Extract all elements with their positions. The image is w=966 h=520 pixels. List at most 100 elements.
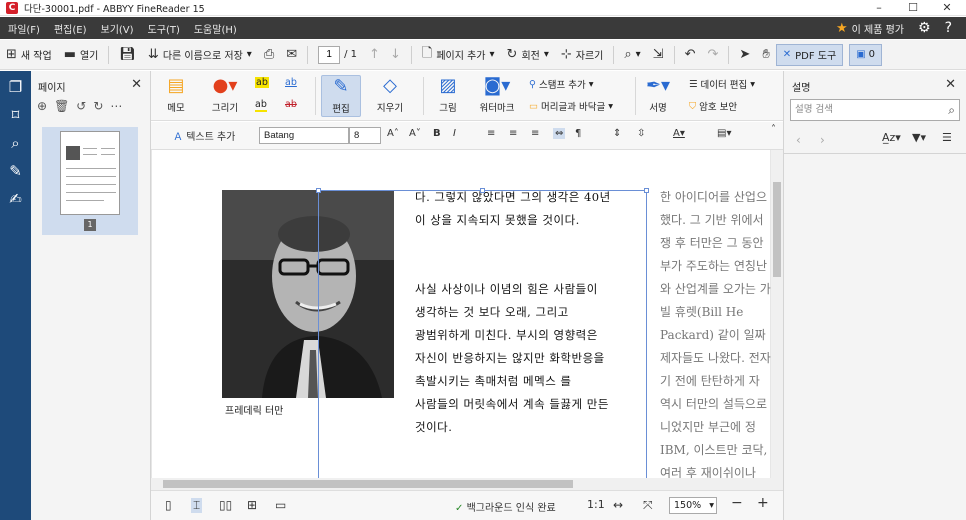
single-page-icon[interactable]: ▯ [165, 498, 172, 512]
zoom-out-icon[interactable]: − [731, 495, 743, 511]
decrease-font-icon[interactable]: A˅ [409, 128, 421, 139]
page-number-input[interactable] [318, 45, 341, 64]
attachment-icon[interactable]: ✎ [0, 157, 31, 185]
rotate-right-icon[interactable]: ↻ [93, 99, 103, 113]
redo-button[interactable]: ↷ [702, 40, 725, 70]
horizontal-scrollbar[interactable] [151, 478, 783, 490]
align-center-icon[interactable]: ≡ [509, 128, 517, 139]
highlight-button[interactable]: ab [255, 77, 269, 88]
help-icon[interactable]: ? [945, 20, 952, 36]
maximize-icon[interactable]: ☐ [898, 0, 928, 16]
export-button[interactable]: ⇲ [647, 40, 670, 70]
draw-button[interactable]: ●▾ 그리기 [205, 75, 245, 114]
signature-icon[interactable]: ✍ [0, 185, 31, 213]
font-size-select[interactable] [349, 127, 381, 144]
zoom-in-icon[interactable]: + [757, 495, 769, 511]
undo-button[interactable]: ↶ [679, 40, 702, 70]
align-right-icon[interactable]: ≡ [531, 128, 539, 139]
search-icon[interactable]: ⌕ [948, 100, 955, 120]
add-page-icon[interactable]: ⊕ [37, 99, 47, 113]
new-task-button[interactable]: ⊞ 새 작업 [0, 40, 58, 70]
search-icon[interactable]: ⌕ [0, 129, 31, 157]
bookmark-icon[interactable]: ⌑ [0, 101, 31, 129]
minimize-icon[interactable]: – [864, 0, 894, 16]
menu-tools[interactable]: 도구(T) [140, 21, 186, 36]
edit-button[interactable]: ✎ 편집 [321, 75, 361, 117]
sort-icon[interactable]: A̲z▾ [882, 131, 901, 144]
align-left-icon[interactable]: ≡ [487, 128, 495, 139]
document-view[interactable]: 프레데릭 터만 다. 그렇지 않았다면 그의 생각은 40년 이 상을 지속되지… [151, 150, 783, 490]
menu-file[interactable]: 파일(F) [0, 21, 46, 36]
gear-icon[interactable]: ⚙ [918, 20, 931, 36]
text-column-right[interactable]: 한 아이디어를 산업으 했다. 그 기반 위에서 쟁 후 터만은 그 동안 부가… [660, 186, 775, 485]
save-button[interactable]: 💾︎ [113, 40, 142, 70]
strikethrough-button[interactable]: ab [285, 99, 297, 110]
close-icon[interactable]: ✕ [932, 0, 962, 16]
page-thumbnail[interactable]: 1 [42, 127, 138, 235]
horizontal-scroll-thumb[interactable] [163, 480, 573, 488]
crop-button[interactable]: ⊹ 자르기 [555, 40, 610, 70]
menu-edit[interactable]: 편집(E) [46, 21, 93, 36]
paragraph-spacing-icon[interactable]: ⇳ [637, 128, 645, 139]
header-footer-button[interactable]: ▭ 머리글과 바닥글 ▾ [529, 99, 613, 114]
filter-icon[interactable]: ▼▾ [912, 131, 926, 144]
memo-button[interactable]: ▤ 메모 [161, 75, 191, 114]
trash-icon[interactable]: 🗑︎ [54, 99, 69, 113]
arrow-up-icon[interactable]: ↑ [369, 47, 380, 62]
comments-button[interactable]: ▣ 0 [849, 43, 883, 66]
text-block-selection[interactable] [316, 188, 649, 490]
close-icon[interactable]: ✕ [945, 77, 956, 92]
underline-yellow-button[interactable]: ab [255, 99, 267, 112]
add-page-button[interactable]: 🗋︎ 페이지 추가 ▾ [416, 40, 501, 70]
rate-product-button[interactable]: ★ 이 제품 평가 [836, 21, 904, 36]
menu-view[interactable]: 보기(V) [93, 21, 140, 36]
increase-font-icon[interactable]: A˄ [387, 128, 399, 139]
text-options-icon[interactable]: ▤▾ [717, 128, 731, 139]
italic-icon[interactable]: I [453, 128, 456, 139]
paragraph-icon[interactable]: ¶ [575, 128, 581, 139]
close-icon[interactable]: ✕ [131, 77, 142, 92]
collapse-all-icon[interactable]: ☰ [942, 131, 952, 144]
hand-tool-button[interactable]: ✋︎ [756, 40, 775, 70]
actual-size-button[interactable]: 1:1 [587, 498, 605, 511]
save-as-button[interactable]: ⇊ 다른 이름으로 저장 ▾ [142, 40, 258, 70]
zoom-select[interactable]: 150% ▾ [669, 497, 717, 514]
line-spacing-icon[interactable]: ⇕ [613, 128, 621, 139]
fit-width-icon[interactable]: ↔ [613, 498, 623, 512]
font-color-icon[interactable]: A▾ [673, 128, 685, 139]
select-tool-button[interactable]: ➤ [733, 40, 756, 70]
arrow-down-icon[interactable]: ↓ [390, 47, 401, 62]
zoom-page-button[interactable]: ⌕ ▾ [618, 40, 646, 70]
stamp-add-button[interactable]: ⚲ 스탬프 추가 ▾ [529, 77, 593, 92]
image-button[interactable]: ▨ 그림 [433, 75, 463, 114]
pages-icon[interactable]: ❐ [0, 73, 31, 101]
signature-button[interactable]: ✒▾ 서명 [643, 75, 673, 114]
open-button[interactable]: ▬ 열기 [58, 40, 105, 70]
more-icon[interactable]: ⋯ [110, 99, 122, 113]
erase-button[interactable]: ◇ 지우기 [373, 75, 407, 114]
resize-handle[interactable] [644, 188, 649, 193]
resize-handle[interactable] [316, 188, 321, 193]
underline-button[interactable]: ab [285, 77, 297, 88]
previous-icon[interactable]: ‹ [796, 133, 801, 147]
menu-help[interactable]: 도움말(H) [186, 21, 243, 36]
bold-icon[interactable]: B [433, 128, 441, 139]
justify-icon[interactable]: ⇔ [553, 128, 566, 139]
add-text-button[interactable]: Ａ 텍스트 추가 [173, 128, 235, 143]
rotate-left-icon[interactable]: ↺ [76, 99, 86, 113]
pdf-tools-button[interactable]: ✕ PDF 도구 [775, 43, 844, 66]
collapse-ribbon-icon[interactable]: ˄ [771, 124, 776, 135]
next-icon[interactable]: › [820, 133, 825, 147]
email-button[interactable]: ✉ [280, 40, 303, 70]
presentation-icon[interactable]: ▭ [275, 498, 286, 512]
font-family-select[interactable] [259, 127, 349, 144]
two-page-icon[interactable]: ▯▯ [219, 498, 232, 512]
vertical-scrollbar[interactable] [771, 150, 783, 490]
continuous-scroll-icon[interactable]: ⌶ [191, 498, 203, 513]
data-edit-button[interactable]: ☰ 데이터 편집 ▾ [689, 77, 755, 92]
comments-search-input[interactable]: 설명 검색 ⌕ [790, 99, 960, 121]
two-page-scroll-icon[interactable]: ⊞ [247, 498, 257, 512]
vertical-scroll-thumb[interactable] [773, 182, 781, 277]
password-security-button[interactable]: ⛉ 암호 보안 [689, 99, 737, 114]
fit-page-icon[interactable]: ⤧ [643, 498, 653, 513]
